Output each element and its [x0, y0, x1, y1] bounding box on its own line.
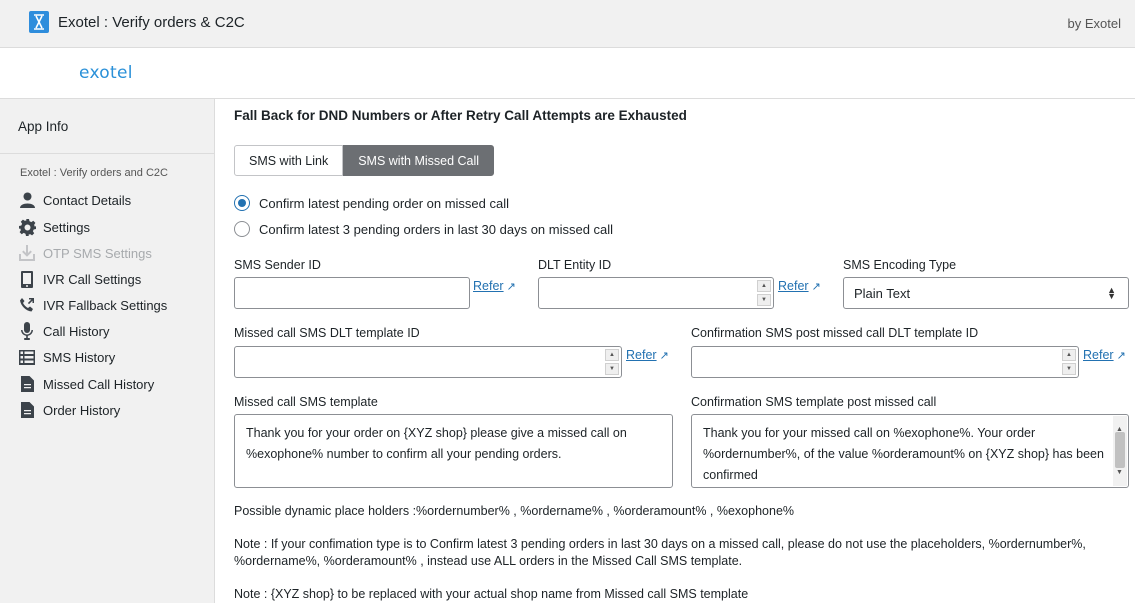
- sidebar-item-label: OTP SMS Settings: [43, 245, 152, 261]
- select-value: Plain Text: [854, 285, 911, 301]
- phone-callback-icon: [18, 296, 36, 314]
- refer-link-dlt-entity[interactable]: Refer ↗: [778, 279, 821, 293]
- sidebar-section-title: Exotel : Verify orders and C2C: [20, 167, 168, 179]
- sidebar-app-info[interactable]: App Info: [18, 119, 68, 134]
- textarea-line: %exophone% number to confirm all your pe…: [246, 447, 562, 461]
- sidebar-item-settings[interactable]: Settings: [18, 217, 90, 237]
- exotel-logo: exotel: [79, 63, 133, 83]
- missed-call-template-label: Missed call SMS template: [234, 395, 378, 409]
- refer-label: Refer: [778, 279, 809, 293]
- sidebar-item-label: Settings: [43, 219, 90, 235]
- external-link-icon: ↗: [506, 281, 516, 293]
- document-icon: [18, 401, 36, 419]
- textarea-line: Thank you for your missed call on %exoph…: [703, 426, 1036, 440]
- top-bar: Exotel : Verify orders & C2C by Exotel: [0, 0, 1135, 48]
- radio-label: Confirm latest 3 pending orders in last …: [259, 221, 614, 237]
- radio-button[interactable]: [234, 221, 250, 237]
- tab-sms-with-link[interactable]: SMS with Link: [234, 145, 344, 176]
- confirmation-dlt-template-id-label: Confirmation SMS post missed call DLT te…: [691, 326, 979, 340]
- shop-name-note: Note : {XYZ shop} to be replaced with yo…: [234, 587, 749, 601]
- radio-label: Confirm latest pending order on missed c…: [259, 195, 510, 211]
- textarea-scrollbar[interactable]: ▲ ▼: [1113, 416, 1127, 486]
- sidebar-item-label: Order History: [43, 402, 121, 418]
- number-stepper[interactable]: ▲ ▼: [605, 349, 619, 375]
- sms-encoding-type-select[interactable]: Plain Text ▲ ▼: [843, 277, 1129, 309]
- confirmation-template-label: Confirmation SMS template post missed ca…: [691, 395, 937, 409]
- sms-encoding-type-label: SMS Encoding Type: [843, 258, 957, 272]
- note-line: %ordername%, %orderamount% , instead use…: [234, 554, 743, 568]
- sidebar-divider: [0, 153, 215, 154]
- exotel-app-icon: [29, 11, 49, 33]
- missed-call-dlt-template-id-input[interactable]: ▲ ▼: [234, 346, 622, 378]
- stepper-down-icon[interactable]: ▼: [757, 294, 771, 306]
- stepper-down-icon[interactable]: ▼: [605, 363, 619, 375]
- sms-sender-id-input[interactable]: [234, 277, 470, 309]
- note-line: Note : If your confimation type is to Co…: [234, 537, 1086, 551]
- section-title: Fall Back for DND Numbers or After Retry…: [234, 108, 687, 123]
- external-link-icon: ↗: [659, 350, 669, 362]
- phone-device-icon: [18, 270, 36, 288]
- sidebar-item-call-history[interactable]: Call History: [18, 321, 109, 341]
- logo-bar: exotel: [0, 48, 1135, 99]
- sidebar-item-ivr-call-settings[interactable]: IVR Call Settings: [18, 269, 141, 289]
- sidebar-item-label: Missed Call History: [43, 376, 155, 392]
- missed-call-dlt-template-id-label: Missed call SMS DLT template ID: [234, 326, 420, 340]
- microphone-icon: [18, 322, 36, 340]
- textarea-line: confirmed: [703, 468, 758, 482]
- sidebar-item-label: IVR Fallback Settings: [43, 297, 168, 313]
- textarea-line: %ordernumber%, of the value %orderamount…: [703, 447, 1104, 461]
- confirmation-type-note: Note : If your confimation type is to Co…: [234, 536, 1086, 570]
- confirmation-template-textarea[interactable]: Thank you for your missed call on %exoph…: [691, 414, 1129, 488]
- external-link-icon: ↗: [1116, 350, 1126, 362]
- download-icon: [18, 244, 36, 262]
- refer-label: Refer: [1083, 348, 1114, 362]
- sidebar-item-missed-call-history[interactable]: Missed Call History: [18, 374, 154, 394]
- sidebar-item-otp-sms-settings[interactable]: OTP SMS Settings: [18, 243, 152, 263]
- sidebar: App Info Exotel : Verify orders and C2C …: [0, 99, 215, 603]
- sms-type-tabs: SMS with Link SMS with Missed Call: [234, 145, 495, 176]
- radio-confirm-latest-order[interactable]: Confirm latest pending order on missed c…: [234, 194, 509, 212]
- main-content: Fall Back for DND Numbers or After Retry…: [216, 99, 1135, 603]
- stepper-up-icon[interactable]: ▲: [757, 280, 771, 292]
- tab-sms-with-missed-call[interactable]: SMS with Missed Call: [343, 145, 495, 176]
- number-stepper[interactable]: ▲ ▼: [757, 280, 771, 306]
- confirmation-dlt-template-id-input[interactable]: ▲ ▼: [691, 346, 1079, 378]
- document-icon: [18, 375, 36, 393]
- refer-link-missed-call-template[interactable]: Refer ↗: [626, 348, 669, 362]
- external-link-icon: ↗: [811, 281, 821, 293]
- refer-link-sender-id[interactable]: Refer ↗: [473, 279, 516, 293]
- list-icon: [18, 348, 36, 366]
- missed-call-template-textarea[interactable]: Thank you for your order on {XYZ shop} p…: [234, 414, 673, 488]
- stepper-up-icon[interactable]: ▲: [605, 349, 619, 361]
- textarea-line: Thank you for your order on {XYZ shop} p…: [246, 426, 627, 440]
- stepper-down-icon[interactable]: ▼: [1062, 363, 1076, 375]
- sidebar-item-label: SMS History: [43, 349, 116, 365]
- sidebar-item-label: Call History: [43, 323, 110, 339]
- scroll-down-icon[interactable]: ▼: [1116, 462, 1123, 483]
- sidebar-item-ivr-fallback-settings[interactable]: IVR Fallback Settings: [18, 295, 167, 315]
- placeholders-note: Possible dynamic place holders :%ordernu…: [234, 504, 795, 518]
- sidebar-item-sms-history[interactable]: SMS History: [18, 347, 115, 367]
- user-icon: [18, 191, 36, 209]
- dlt-entity-id-label: DLT Entity ID: [538, 258, 612, 272]
- author-text: by Exotel: [1067, 16, 1121, 31]
- radio-confirm-latest-3-orders[interactable]: Confirm latest 3 pending orders in last …: [234, 220, 613, 238]
- gear-icon: [18, 218, 36, 236]
- select-arrows-icon: ▲ ▼: [1107, 285, 1116, 301]
- sidebar-item-label: IVR Call Settings: [43, 271, 142, 287]
- radio-button-checked[interactable]: [234, 195, 250, 211]
- dlt-entity-id-input[interactable]: ▲ ▼: [538, 277, 774, 309]
- refer-label: Refer: [473, 279, 504, 293]
- refer-label: Refer: [626, 348, 657, 362]
- sidebar-item-contact-details[interactable]: Contact Details: [18, 190, 131, 210]
- sidebar-item-label: Contact Details: [43, 192, 132, 208]
- refer-link-confirmation-template[interactable]: Refer ↗: [1083, 348, 1126, 362]
- sms-sender-id-label: SMS Sender ID: [234, 258, 321, 272]
- sidebar-item-order-history[interactable]: Order History: [18, 400, 120, 420]
- app-title: Exotel : Verify orders & C2C: [58, 14, 245, 31]
- number-stepper[interactable]: ▲ ▼: [1062, 349, 1076, 375]
- stepper-up-icon[interactable]: ▲: [1062, 349, 1076, 361]
